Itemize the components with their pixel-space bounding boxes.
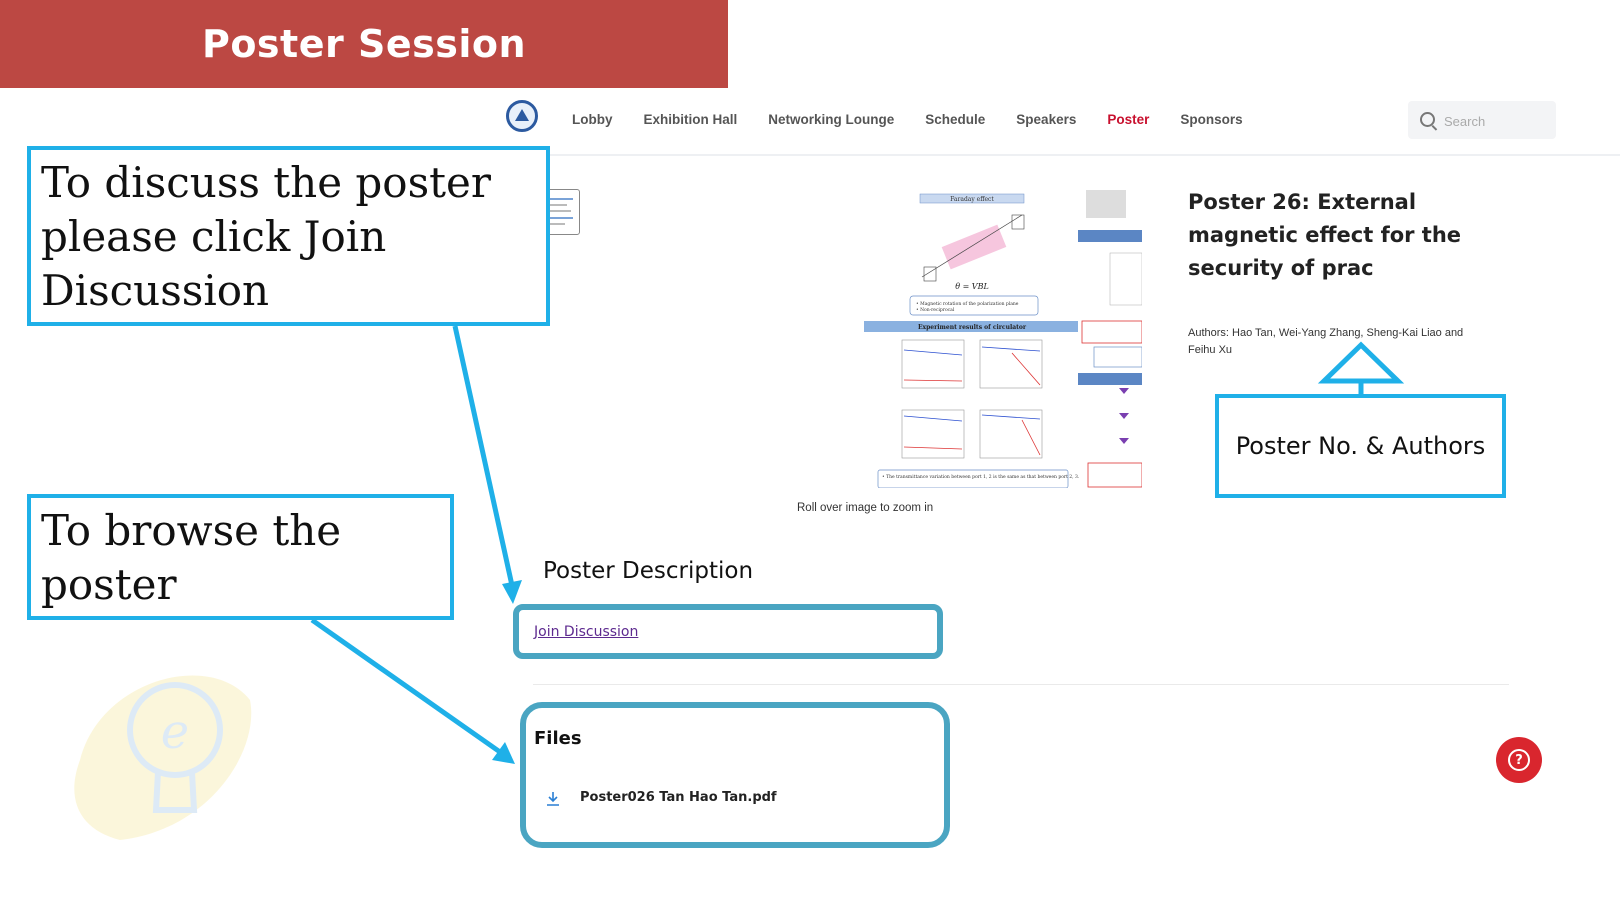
poster-results-heading: Experiment results of circulator	[918, 324, 1027, 331]
nav-item-sponsors[interactable]: Sponsors	[1180, 112, 1242, 127]
session-banner: Poster Session	[0, 0, 728, 88]
files-highlight	[520, 702, 950, 848]
nav-item-networking-lounge[interactable]: Networking Lounge	[768, 112, 894, 127]
nav-item-exhibition-hall[interactable]: Exhibition Hall	[644, 112, 738, 127]
nav-item-lobby[interactable]: Lobby	[572, 112, 613, 127]
question-icon: ?	[1508, 749, 1530, 771]
zoom-hint: Roll over image to zoom in	[797, 502, 934, 514]
logo-icon[interactable]	[506, 100, 538, 132]
nav-menu: Lobby Exhibition Hall Networking Lounge …	[572, 112, 1243, 127]
lightbulb-watermark-icon: e	[74, 675, 252, 840]
poster-no-callout: Poster No. & Authors	[1215, 394, 1506, 498]
search-box[interactable]	[1408, 101, 1556, 139]
poster-caption: • The transmittance variation between po…	[882, 474, 1080, 480]
section-divider	[533, 684, 1509, 685]
browse-callout: To browse the poster	[27, 494, 454, 620]
poster-description-heading: Poster Description	[543, 558, 754, 584]
poster-authors: Authors: Hao Tan, Wei-Yang Zhang, Sheng-…	[1188, 327, 1464, 356]
svg-text:e: e	[161, 704, 189, 760]
banner-title: Poster Session	[201, 22, 527, 66]
nav-item-schedule[interactable]: Schedule	[925, 112, 985, 127]
nav-item-speakers[interactable]: Speakers	[1016, 112, 1076, 127]
nav-item-poster[interactable]: Poster	[1107, 112, 1149, 127]
discuss-callout: To discuss the poster please click Join …	[27, 146, 550, 326]
poster-title: Poster 26: External magnetic effect for …	[1188, 190, 1462, 280]
help-button[interactable]: ?	[1496, 737, 1542, 783]
search-input[interactable]	[1442, 109, 1556, 133]
top-navbar: Lobby Exhibition Hall Networking Lounge …	[492, 88, 1620, 156]
poster-image[interactable]: Faraday effect θ = VBL • Magnetic rotati…	[862, 185, 1142, 488]
arrow-to-join-discussion	[452, 325, 516, 591]
arrow-to-files	[310, 617, 502, 755]
join-discussion-highlight	[513, 604, 943, 659]
search-icon	[1420, 112, 1435, 127]
poster-equation: θ = VBL	[955, 282, 989, 291]
poster-faraday-heading: Faraday effect	[950, 196, 994, 203]
